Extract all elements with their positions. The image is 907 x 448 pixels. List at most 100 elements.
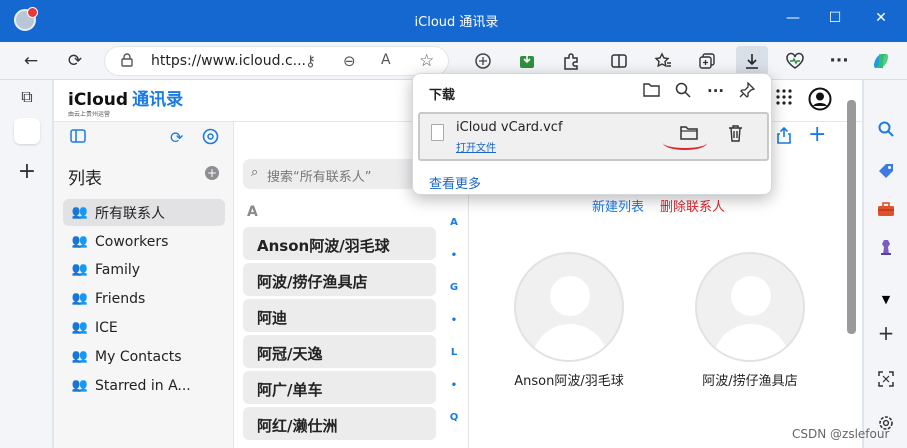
index-dot[interactable]: • [448, 380, 460, 391]
screenshot-icon[interactable] [872, 366, 900, 392]
zoom-out-icon[interactable]: ⊖ [343, 52, 356, 70]
sidebar-item-label: Friends [95, 290, 146, 307]
window-title: iCloud 通讯录 [414, 15, 499, 30]
copilot-icon[interactable] [868, 48, 894, 74]
list-item[interactable]: 阿红/濑仕洲 [243, 407, 436, 440]
app-grid-icon[interactable] [776, 89, 792, 109]
page-scrollbar[interactable] [847, 100, 856, 334]
search-downloads-icon[interactable] [675, 82, 691, 102]
sidebar-item-family[interactable]: 👥 Family [63, 256, 225, 283]
read-aloud-icon[interactable]: A [381, 52, 391, 68]
account-icon[interactable] [808, 87, 832, 116]
people-icon: 👥 [71, 320, 89, 335]
close-button[interactable]: ✕ [871, 10, 891, 26]
vertical-tabs-rail: ⧉ + [0, 80, 53, 448]
brand-name: iCloud [68, 90, 129, 110]
section-header: A [247, 204, 258, 220]
index-letter[interactable]: A [448, 217, 460, 228]
sidebar-item-label: ICE [95, 319, 118, 336]
new-list-link[interactable]: 新建列表 [592, 196, 644, 215]
extension-download-icon[interactable] [514, 48, 540, 74]
list-item[interactable]: 阿迪 [243, 299, 436, 332]
download-item[interactable]: iCloud vCard.vcf 打开文件 [418, 112, 769, 161]
search-icon[interactable] [872, 116, 900, 142]
sidebar-item-all-contacts[interactable]: 👥 所有联系人 [63, 199, 225, 226]
maximize-button[interactable]: ☐ [825, 10, 845, 26]
index-dot[interactable]: • [448, 250, 460, 261]
people-icon: 👥 [71, 291, 89, 306]
sidebar-item-label: Coworkers [95, 233, 169, 250]
file-icon [431, 124, 444, 141]
add-list-icon[interactable]: + [205, 166, 219, 180]
sidebar-item-label: My Contacts [95, 348, 182, 365]
list-item[interactable]: 阿冠/天逸 [243, 335, 436, 368]
red-annotation-mark [663, 136, 707, 150]
tracking-icon[interactable] [470, 48, 496, 74]
add-contact-icon[interactable]: + [808, 122, 826, 147]
open-file-link[interactable]: 打开文件 [456, 139, 496, 154]
key-icon[interactable]: ⚷ [305, 52, 316, 70]
search-input[interactable]: ⌕ 搜索“所有联系人” [243, 159, 438, 189]
index-letter[interactable]: G [448, 282, 460, 293]
shopping-tag-icon[interactable] [872, 158, 900, 184]
delete-contact-link[interactable]: 删除联系人 [660, 196, 725, 215]
lists-sidebar: ⟳ 列表 + 👥 所有联系人 👥 Coworkers 👥 Family 👥 Friend… [54, 122, 234, 448]
sidebar-item-coworkers[interactable]: 👥 Coworkers [63, 228, 225, 255]
minimize-button[interactable]: — [783, 10, 803, 26]
more-menu-icon[interactable]: ··· [826, 48, 852, 74]
tab-actions-icon[interactable]: ⧉ [14, 84, 40, 110]
sidebar-item-ice[interactable]: 👥 ICE [63, 314, 225, 341]
download-filename: iCloud vCard.vcf [456, 120, 563, 135]
downloads-title: 下载 [429, 88, 456, 103]
index-letter[interactable]: L [448, 347, 460, 358]
people-icon: 👥 [71, 205, 89, 220]
pin-icon[interactable] [739, 81, 756, 102]
favorite-star-icon[interactable]: ☆ [419, 51, 434, 71]
index-letter[interactable]: Q [448, 412, 460, 423]
list-item[interactable]: Anson阿波/羽毛球 [243, 227, 436, 260]
avatar [514, 252, 624, 362]
refresh-icon[interactable]: ⟳ [170, 128, 183, 147]
tools-toolbox-icon[interactable] [872, 196, 900, 222]
downloads-panel: 下载 ··· iCloud vCard.vcf 打开文件 查看更多 [412, 73, 772, 195]
see-more-link[interactable]: 查看更多 [429, 173, 481, 192]
people-icon: 👥 [71, 349, 89, 364]
sidebar-item-my-contacts[interactable]: 👥 My Contacts [63, 343, 225, 370]
list-item[interactable]: 阿波/捞仔渔具店 [243, 263, 436, 296]
sidebar-item-starred[interactable]: 👥 Starred in A... [63, 372, 225, 399]
address-bar[interactable]: https://www.icloud.c... ⚷ ⊖ A ☆ [104, 46, 449, 76]
list-item[interactable]: 阿广/单车 [243, 371, 436, 404]
collapse-sidebar-icon[interactable]: ▼ [872, 286, 900, 312]
lock-icon [121, 53, 133, 71]
edge-sidebar: ▼ + [863, 80, 907, 448]
back-icon[interactable]: ← [18, 48, 44, 74]
split-screen-icon[interactable] [606, 48, 632, 74]
people-icon: 👥 [71, 234, 89, 249]
more-options-icon[interactable]: ··· [707, 82, 724, 100]
sidebar-item-label: Starred in A... [95, 377, 191, 394]
games-chess-icon[interactable] [872, 234, 900, 260]
index-dot[interactable]: • [448, 315, 460, 326]
sidebar-item-friends[interactable]: 👥 Friends [63, 285, 225, 312]
new-tab-icon[interactable]: + [14, 158, 40, 184]
delete-trash-icon[interactable] [728, 125, 743, 146]
sidebar-item-label: Family [95, 261, 141, 278]
add-app-icon[interactable]: + [872, 320, 900, 346]
extensions-puzzle-icon[interactable] [558, 48, 584, 74]
reload-icon[interactable]: ⟳ [62, 48, 88, 74]
sidebar-toggle-icon[interactable] [70, 128, 86, 147]
favorites-icon[interactable] [650, 48, 676, 74]
contact-card-name: 阿波/捞仔渔具店 [702, 374, 798, 389]
icloud-tab-favicon-icon[interactable] [14, 118, 40, 144]
lists-title: 列表 [68, 169, 102, 189]
collections-icon[interactable] [694, 48, 720, 74]
search-icon: ⌕ [251, 165, 259, 180]
settings-gear-icon[interactable] [202, 128, 219, 149]
browser-essentials-icon[interactable] [782, 48, 808, 74]
brand-subtitle: 由云上贵州运营 [68, 111, 111, 118]
download-icon [746, 54, 758, 69]
icloud-brand: iCloud 通讯录 由云上贵州运营 [68, 85, 183, 118]
share-icon[interactable] [776, 126, 792, 148]
open-folder-icon[interactable] [643, 82, 660, 101]
downloads-button[interactable] [736, 46, 768, 76]
